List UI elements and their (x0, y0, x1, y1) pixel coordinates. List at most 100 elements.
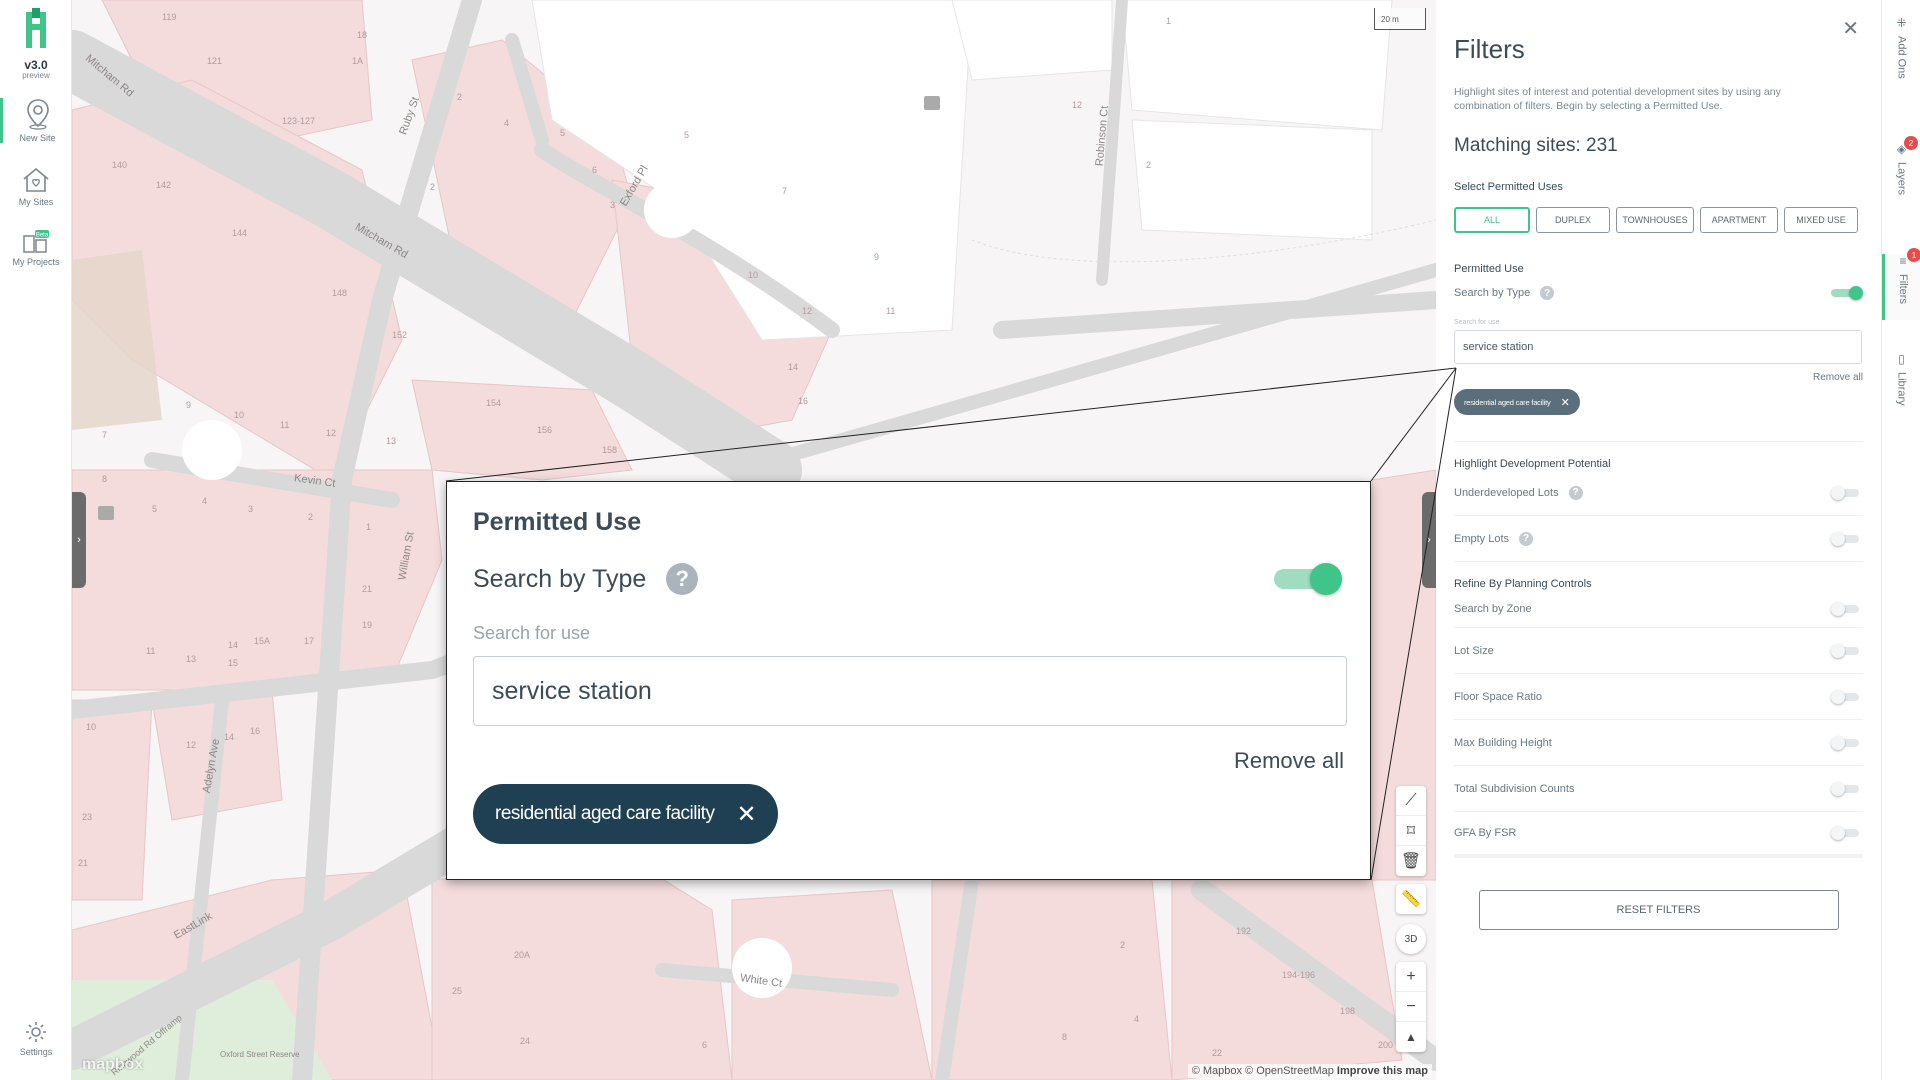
refine-row-gfa: GFA By FSR (1454, 812, 1863, 858)
zoom-in-button[interactable]: + (1396, 962, 1426, 992)
lot-number: 20A (514, 950, 531, 960)
lot-number: 23 (82, 812, 93, 822)
floor-space-ratio-toggle[interactable] (1831, 689, 1863, 704)
callout-selected-use-chip: residential aged care facility ✕ (473, 784, 779, 844)
trash-button[interactable]: 🗑 (1396, 846, 1426, 876)
lot-number: 25 (452, 986, 463, 996)
permitted-use-search-input[interactable]: service station (1454, 330, 1862, 364)
callout-title: Permitted Use (473, 508, 642, 536)
use-all-button[interactable]: ALL (1454, 207, 1530, 233)
lot-number: 2 (430, 182, 436, 192)
left-collapse-handle[interactable]: › (72, 492, 86, 588)
callout-search-by-type-toggle[interactable] (1274, 563, 1342, 595)
tab-library[interactable]: ▯ Library (1882, 352, 1920, 406)
nav-my-sites-label: My Sites (18, 197, 54, 207)
callout-search-input[interactable]: service station (473, 656, 1347, 726)
tab-add-ons[interactable]: ⁜ Add Ons (1882, 16, 1920, 79)
nav-my-sites[interactable]: My Sites (0, 166, 72, 207)
draw-polygon-button[interactable]: ⌑ (1396, 816, 1426, 846)
help-icon[interactable]: ? (1519, 531, 1534, 546)
map-pin-icon (26, 99, 49, 130)
underdeveloped-lots-toggle[interactable] (1831, 485, 1863, 500)
search-by-type-row: Search by Type ? (1454, 275, 1863, 311)
close-icon[interactable]: ✕ (736, 800, 756, 829)
callout-search-by-type-row: Search by Type ? (473, 563, 1344, 595)
lot-number: 14 (788, 362, 799, 372)
lot-number: 7 (102, 430, 108, 440)
improve-map-link[interactable]: Improve this map (1337, 1065, 1428, 1077)
help-icon[interactable]: ? (1568, 485, 1583, 500)
lot-number: 11 (146, 646, 156, 656)
use-apartment-button[interactable]: APARTMENT (1700, 207, 1778, 233)
compass-button[interactable]: ▲ (1396, 1022, 1426, 1052)
zoom-out-button[interactable]: − (1396, 992, 1426, 1022)
nav-settings[interactable]: Settings (0, 1020, 72, 1057)
lot-number: 12 (802, 306, 813, 316)
view-3d-button[interactable]: 3D (1396, 924, 1426, 954)
subdivision-counts-toggle[interactable] (1831, 781, 1863, 796)
lot-number: 15A (254, 636, 271, 646)
refine-label: GFA By FSR (1454, 827, 1517, 839)
view-3d-tool: 3D (1396, 924, 1426, 954)
mapbox-logo[interactable]: mapbox (82, 1056, 143, 1074)
lot-number: 1 (366, 522, 372, 532)
refine-label: Search by Zone (1454, 602, 1532, 615)
gear-icon (26, 1022, 46, 1042)
right-collapse-handle[interactable]: › (1422, 492, 1436, 588)
lot-number: 4 (504, 118, 510, 128)
building-marker-icon[interactable] (924, 96, 940, 110)
app-logo[interactable]: v3.0 preview (0, 8, 72, 80)
use-mixed-use-button[interactable]: MIXED USE (1784, 207, 1858, 233)
refine-row-height: Max Building Height (1454, 720, 1863, 766)
tab-layers[interactable]: ◈ 2 Layers (1882, 136, 1920, 195)
panel-description: Highlight sites of interest and potentia… (1454, 86, 1781, 112)
lot-number: 14 (228, 640, 239, 650)
nav-my-projects[interactable]: Beta My Projects (0, 228, 72, 267)
lot-size-toggle[interactable] (1831, 643, 1863, 658)
attribution-text[interactable]: © Mapbox © OpenStreetMap (1192, 1065, 1334, 1077)
search-by-zone-toggle[interactable] (1831, 601, 1863, 616)
callout-remove-all-link[interactable]: Remove all (473, 748, 1344, 774)
move-icon: ⁜ (1896, 16, 1907, 30)
lot-number: 123-127 (282, 116, 316, 126)
lot-number: 4 (202, 496, 208, 506)
lot-number: 18 (357, 30, 368, 40)
lot-number: 5 (684, 130, 690, 140)
lot-number: 22 (1212, 1048, 1223, 1058)
lot-number: 7 (782, 186, 788, 196)
help-icon[interactable]: ? (666, 563, 699, 595)
lot-number: 3 (248, 504, 254, 514)
map-scale: 20 m (1374, 8, 1426, 30)
nav-settings-label: Settings (19, 1047, 53, 1057)
empty-lots-toggle[interactable] (1831, 531, 1863, 546)
lot-number: 1A (352, 56, 364, 66)
filter-icon: ≡ (1899, 254, 1907, 268)
max-building-height-toggle[interactable] (1831, 735, 1863, 750)
use-townhouses-button[interactable]: TOWNHOUSES (1616, 207, 1694, 233)
use-duplex-button[interactable]: DUPLEX (1536, 207, 1610, 233)
close-panel-button[interactable]: ✕ (1842, 16, 1859, 41)
refine-label: Floor Space Ratio (1454, 690, 1543, 703)
refine-heading: Refine By Planning Controls (1454, 578, 1592, 590)
search-hint: Search for use (1454, 319, 1500, 326)
tab-filters[interactable]: ≡ 1 Filters (1882, 248, 1920, 320)
lot-number: 140 (112, 160, 128, 170)
nav-new-site[interactable]: New Site (0, 98, 72, 143)
lot-number: 6 (702, 1040, 708, 1050)
logo-icon (26, 8, 46, 48)
reset-filters-button[interactable]: RESET FILTERS (1478, 890, 1839, 930)
lot-number: 19 (362, 620, 373, 630)
ruler-button[interactable]: 📏 (1396, 884, 1426, 914)
callout-search-by-type-label: Search by Type (473, 564, 647, 593)
close-icon[interactable]: ✕ (1561, 396, 1570, 409)
lot-number: 21 (78, 858, 89, 868)
lot-number: 12 (186, 740, 197, 750)
search-by-type-toggle[interactable] (1831, 286, 1863, 300)
lot-number: 24 (520, 1036, 531, 1046)
gfa-by-fsr-toggle[interactable] (1831, 826, 1863, 840)
draw-line-button[interactable]: ⟋ (1396, 786, 1426, 816)
lot-number: 8 (1062, 1032, 1068, 1042)
help-icon[interactable]: ? (1540, 286, 1555, 300)
remove-all-link[interactable]: Remove all (1454, 372, 1863, 383)
building-marker-icon[interactable] (98, 506, 114, 520)
